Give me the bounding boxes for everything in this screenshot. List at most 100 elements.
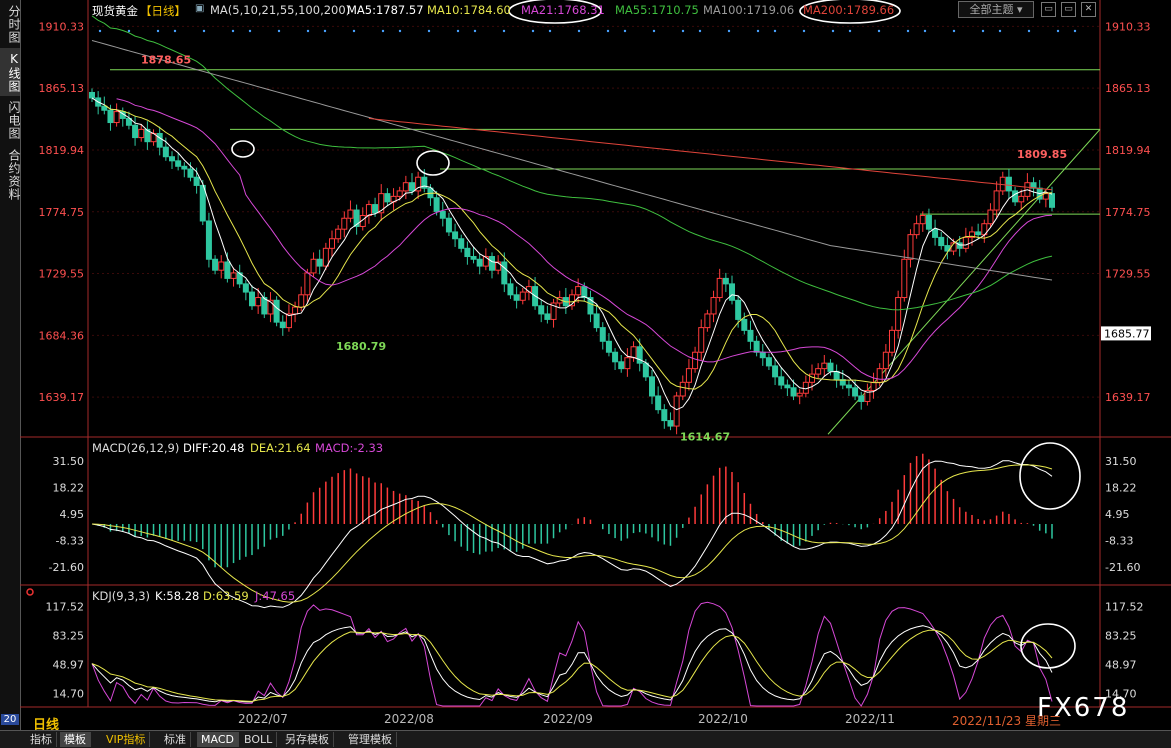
candle-body xyxy=(845,384,852,389)
price-tick-left: 1774.75 xyxy=(39,206,85,219)
x-tick-label: 2022/08 xyxy=(384,712,434,726)
candle-body xyxy=(212,258,219,271)
candle-body xyxy=(938,236,945,247)
candle-body xyxy=(975,231,982,236)
ma10-value: MA10:1784.60 xyxy=(427,3,511,17)
candle-body xyxy=(322,247,329,267)
candle-body xyxy=(224,261,231,279)
price-tick-left: 1729.55 xyxy=(39,268,85,281)
candle-body xyxy=(199,184,206,222)
period-tag: 【日线】 xyxy=(140,4,186,18)
signal-dot xyxy=(248,29,252,33)
signal-dot xyxy=(548,29,552,33)
candle-body xyxy=(347,209,354,219)
candle-body xyxy=(790,387,797,397)
kdj-tick-right: 117.52 xyxy=(1105,600,1144,613)
candle-body xyxy=(384,193,391,203)
signal-dot xyxy=(156,29,160,33)
candle-body xyxy=(747,329,754,342)
candle-body xyxy=(193,176,200,186)
candle-body xyxy=(630,346,637,359)
candle-body xyxy=(1049,193,1055,208)
candle-body xyxy=(679,381,686,397)
candle-body xyxy=(1012,190,1019,203)
signal-dot xyxy=(773,29,777,33)
candle-body xyxy=(667,420,674,427)
candle-body xyxy=(858,395,865,402)
candle-body xyxy=(741,318,748,331)
candle-body xyxy=(298,294,305,308)
signal-dot xyxy=(831,29,835,33)
candle-body xyxy=(519,291,526,301)
candle-body xyxy=(187,168,194,178)
maximize-icon[interactable]: ▭ xyxy=(1061,2,1076,17)
candle-body xyxy=(987,209,994,225)
tab-standard[interactable]: 标准 xyxy=(160,732,191,747)
candle-body xyxy=(772,365,779,378)
tab-templates[interactable]: 模板 xyxy=(60,732,91,747)
candle-body xyxy=(273,299,280,323)
macd-tick-right: 18.22 xyxy=(1105,482,1137,495)
tab-macd[interactable]: MACD xyxy=(197,732,239,747)
kdj-j-line xyxy=(91,601,1053,707)
signal-dot xyxy=(952,29,956,33)
signal-dot xyxy=(877,29,881,33)
highlight-ellipse xyxy=(1020,623,1076,669)
price-tick-right: 1639.17 xyxy=(1105,391,1151,404)
kdj-k-line xyxy=(91,625,1053,703)
signal-dot xyxy=(531,29,535,33)
candle-body xyxy=(919,215,926,225)
trend-line xyxy=(827,129,1101,435)
signal-dot xyxy=(623,29,627,33)
close-icon[interactable]: ✕ xyxy=(1081,2,1096,17)
x-tick-label: 2022/09 xyxy=(543,712,593,726)
signal-dot xyxy=(456,29,460,33)
tab-save-template[interactable]: 另存模板 xyxy=(281,732,334,747)
candle-body xyxy=(815,368,822,375)
candle-body xyxy=(722,277,729,285)
price-annotation: 1614.67 xyxy=(680,431,730,444)
price-annotation: 1878.65 xyxy=(141,54,191,67)
candle-body xyxy=(716,277,723,299)
candle-body xyxy=(599,327,606,342)
price-tick-left: 1684.36 xyxy=(39,329,85,342)
signal-dot xyxy=(277,29,281,33)
x-tick-label: 2022/10 xyxy=(698,712,748,726)
price-tick-left: 1910.33 xyxy=(39,20,85,33)
signal-dot xyxy=(606,29,610,33)
signal-dot xyxy=(352,29,356,33)
tab-manage-template[interactable]: 管理模板 xyxy=(344,732,397,747)
candle-body xyxy=(1018,195,1025,203)
candle-body xyxy=(501,261,508,285)
candle-body xyxy=(316,258,323,267)
candle-body xyxy=(784,384,791,389)
candle-body xyxy=(642,362,649,378)
candle-body xyxy=(907,234,914,260)
price-tick-right: 1910.33 xyxy=(1105,20,1151,33)
candle-body xyxy=(464,247,471,258)
macd-diff-line xyxy=(91,460,1053,609)
theme-selector[interactable]: 全部主题 ▾ xyxy=(958,1,1034,18)
candle-body xyxy=(433,197,440,212)
candle-body xyxy=(827,362,834,372)
candle-body xyxy=(230,272,237,279)
ma55-value: MA55:1710.75 xyxy=(615,3,699,17)
current-price-label: 1685.77 xyxy=(1104,327,1150,340)
macd-panel xyxy=(91,442,1081,609)
signal-dot xyxy=(1056,29,1060,33)
candle-body xyxy=(993,190,1000,211)
tab-vip-indicators[interactable]: VIP指标 xyxy=(102,732,151,747)
candle-body xyxy=(372,204,379,214)
candle-body xyxy=(175,160,182,167)
candle-body xyxy=(181,165,188,170)
candle-body xyxy=(796,392,803,397)
price-tick-left: 1639.17 xyxy=(39,391,85,404)
tab-boll[interactable]: BOLL xyxy=(240,732,278,747)
signal-dot xyxy=(427,29,431,33)
restore-icon[interactable]: ▭ xyxy=(1041,2,1056,17)
signal-dot xyxy=(998,29,1002,33)
ma-toggle-icon[interactable]: ▣ xyxy=(195,3,204,14)
price-annotation: 1809.85 xyxy=(1017,148,1067,161)
signal-dot xyxy=(306,29,310,33)
tab-indicators[interactable]: 指标 xyxy=(26,732,57,747)
